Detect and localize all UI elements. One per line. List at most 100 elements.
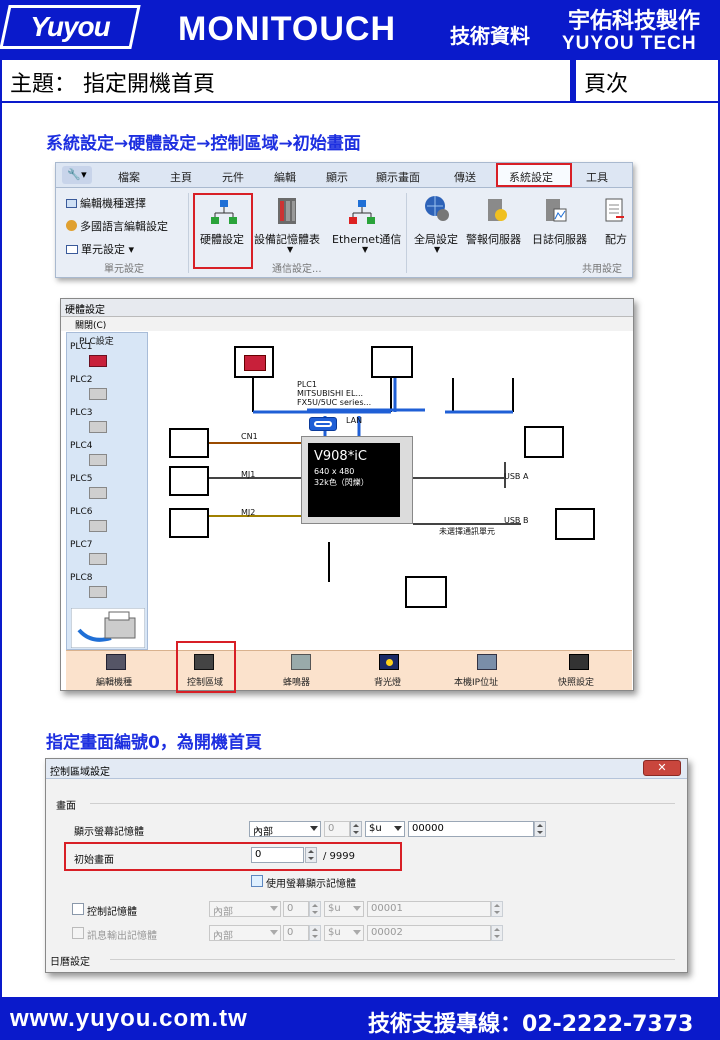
edit-model-select-button[interactable]: 編輯機種選擇 (66, 195, 146, 211)
control-memory-address[interactable]: 00001 (367, 901, 491, 917)
company-name-en: YUYOU TECH (562, 33, 697, 54)
tab-system-setting[interactable]: 系統設定 (509, 169, 553, 185)
info-memory-spinner[interactable] (309, 925, 321, 941)
sun-icon (386, 659, 393, 666)
display-memory-address[interactable]: 00000 (408, 821, 534, 837)
plc-device-icon[interactable] (89, 355, 107, 367)
display-memory-spinner[interactable] (350, 821, 362, 837)
bar-backlight[interactable]: 背光燈 (374, 675, 401, 688)
control-memory-checkbox[interactable] (72, 903, 84, 915)
plc-empty-icon[interactable] (89, 421, 107, 433)
display-memory-address-spinner[interactable] (534, 821, 546, 837)
plc-item-7[interactable]: PLC7 (70, 540, 92, 550)
control-memory-spinner[interactable] (309, 901, 321, 917)
close-menu[interactable]: 關閉(C) (61, 317, 633, 331)
recipe-button[interactable]: 配方 (605, 231, 627, 247)
plc-item-5[interactable]: PLC5 (70, 474, 92, 484)
control-memory-sym-select[interactable]: $u (324, 901, 364, 917)
plc-empty-icon[interactable] (89, 520, 107, 532)
yuyou-logo: Yuyou (0, 5, 141, 49)
unit-setting-button[interactable]: 單元設定 ▾ (66, 241, 134, 257)
plc1-maker: MITSUBISHI EL... (297, 389, 364, 398)
bar-snapshot[interactable]: 快照設定 (558, 675, 594, 688)
display-memory-type-select[interactable]: 內部 (249, 821, 321, 838)
initial-screen-spinner[interactable] (305, 847, 317, 863)
backlight-icon[interactable] (379, 654, 399, 670)
ethernet-icon (349, 200, 375, 224)
info-memory-sym-select[interactable]: $u (324, 925, 364, 941)
close-button[interactable]: ✕ (643, 760, 681, 776)
info-memory-num[interactable]: 0 (283, 925, 309, 941)
cn1-node[interactable] (169, 428, 209, 458)
snapshot-icon[interactable] (569, 654, 589, 670)
tab-view[interactable]: 顯示 (326, 169, 348, 185)
control-memory-address-spinner[interactable] (491, 901, 503, 917)
hmi-resolution: 640 x 480 (314, 467, 355, 476)
tab-transfer[interactable]: 傳送 (454, 169, 476, 185)
display-memory-sym-select[interactable]: $u (365, 821, 405, 837)
app-menu-button[interactable]: 🔧▾ (62, 166, 92, 184)
hmi-panel[interactable]: V908*iC 640 x 480 32k色（閃爍） (301, 436, 413, 524)
bar-edit-model[interactable]: 編輯機種 (96, 675, 132, 688)
info-memory-address[interactable]: 00002 (367, 925, 491, 941)
section-divider (110, 959, 675, 960)
port-cn1: CN1 (241, 432, 258, 441)
tab-parts[interactable]: 元件 (222, 169, 244, 185)
control-memory-type-select[interactable]: 內部 (209, 901, 281, 918)
chevron-down-icon[interactable]: ▼ (434, 245, 440, 254)
tab-tools[interactable]: 工具 (586, 169, 608, 185)
mj2-node[interactable] (169, 508, 209, 538)
use-display-memory-checkbox[interactable] (251, 875, 263, 887)
mj1-node[interactable] (169, 466, 209, 496)
alarm-server-button[interactable]: 警報伺服器 (466, 231, 521, 247)
info-memory-type-select[interactable]: 內部 (209, 925, 281, 942)
local-ip-icon[interactable] (477, 654, 497, 670)
edit-model-icon[interactable] (106, 654, 126, 670)
chevron-down-icon (353, 906, 361, 911)
log-server-button[interactable]: 日誌伺服器 (532, 231, 587, 247)
bar-buzzer[interactable]: 蜂鳴器 (283, 675, 310, 688)
hardware-setting-button[interactable]: 硬體設定 (200, 231, 244, 247)
plc-empty-icon[interactable] (89, 553, 107, 565)
empty-node-top-right[interactable] (371, 346, 413, 378)
printer-icon[interactable] (71, 608, 145, 648)
plc-item-8[interactable]: PLC8 (70, 573, 92, 583)
company-name-cn: 宇佑科技製作 (568, 9, 701, 34)
language-icon (66, 220, 77, 231)
dialog-title: 控制區域設定 (46, 759, 687, 779)
buzzer-icon[interactable] (291, 654, 311, 670)
usb-b-node[interactable] (555, 508, 595, 540)
plc-empty-icon[interactable] (89, 454, 107, 466)
title-divider (570, 60, 576, 101)
plc1-node[interactable] (234, 346, 274, 378)
plc-empty-icon[interactable] (89, 586, 107, 598)
tab-home[interactable]: 主頁 (170, 169, 192, 185)
plc-item-1[interactable]: PLC1 (70, 342, 92, 352)
plc-item-4[interactable]: PLC4 (70, 441, 92, 451)
chevron-down-icon (353, 930, 361, 935)
ribbon-tab-bar: 🔧▾ 檔案 主頁 元件 編輯 顯示 顯示畫面 傳送 系統設定 工具 (56, 163, 632, 188)
info-output-memory-checkbox[interactable] (72, 927, 84, 939)
bar-local-ip[interactable]: 本機IP位址 (454, 675, 498, 688)
info-memory-address-spinner[interactable] (491, 925, 503, 941)
plc-empty-icon[interactable] (89, 388, 107, 400)
plc-empty-icon[interactable] (89, 487, 107, 499)
initial-screen-input[interactable]: 0 (251, 847, 304, 863)
tab-display-screen[interactable]: 顯示畫面 (376, 169, 420, 185)
usb-a-node[interactable] (524, 426, 564, 458)
chevron-down-icon[interactable]: ▼ (287, 245, 293, 254)
plc-item-3[interactable]: PLC3 (70, 408, 92, 418)
tab-edit[interactable]: 編輯 (274, 169, 296, 185)
plc-item-2[interactable]: PLC2 (70, 375, 92, 385)
calendar-section-label: 日曆設定 (50, 957, 90, 968)
control-memory-num[interactable]: 0 (283, 901, 309, 917)
subject-title: 主題： 指定開機首頁 (10, 72, 215, 97)
chevron-down-icon[interactable]: ▼ (362, 245, 368, 254)
tab-file[interactable]: 檔案 (118, 169, 140, 185)
multi-language-button[interactable]: 多國語言編輯設定 (66, 218, 168, 234)
website-url[interactable]: www.yuyou.com.tw (10, 1005, 248, 1033)
multi-language-label: 多國語言編輯設定 (80, 220, 168, 233)
display-memory-num[interactable]: 0 (324, 821, 350, 837)
plc-item-6[interactable]: PLC6 (70, 507, 92, 517)
bottom-node[interactable] (405, 576, 447, 608)
